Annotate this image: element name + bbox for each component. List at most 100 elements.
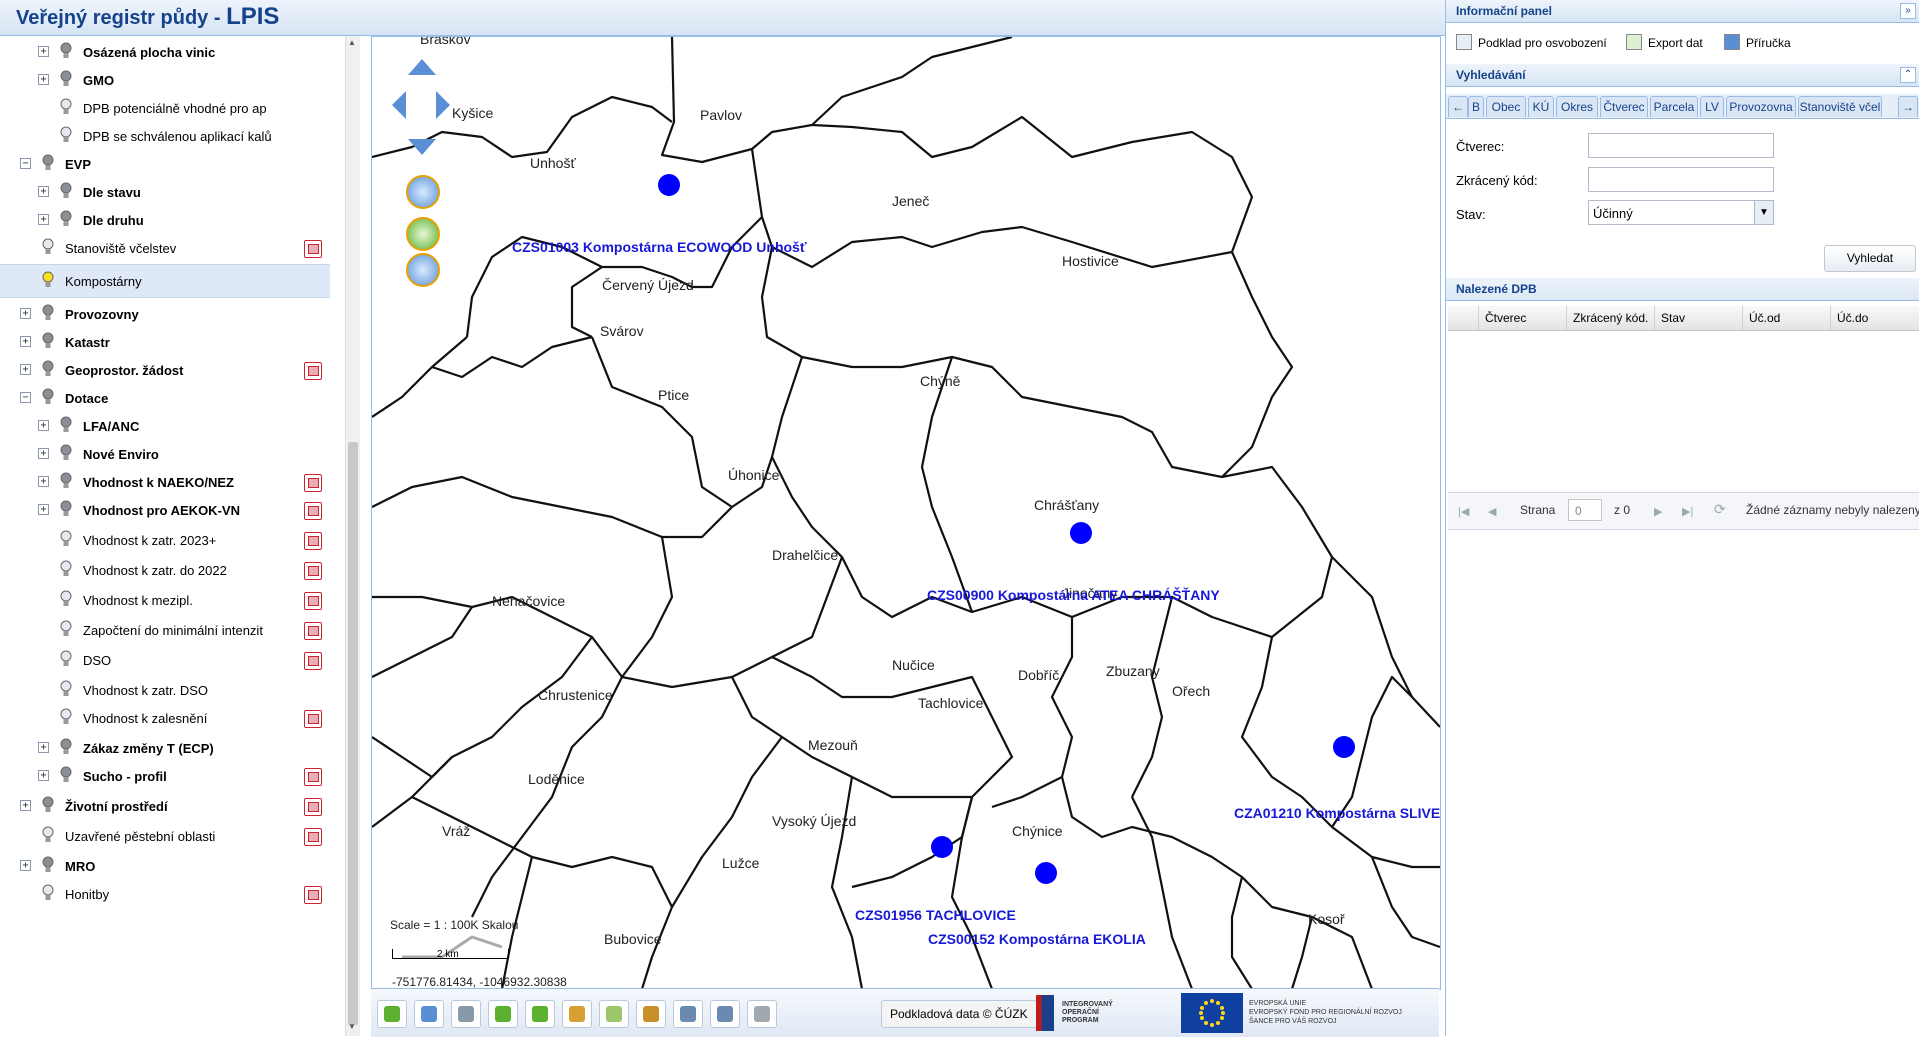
search-tab[interactable]: Parcela <box>1650 96 1698 117</box>
tree-label[interactable]: Provozovny <box>65 307 139 322</box>
compost-site-marker[interactable] <box>1333 736 1355 758</box>
legend-icon[interactable] <box>304 502 322 520</box>
lightbulb-icon[interactable] <box>42 884 54 902</box>
lightbulb-icon[interactable] <box>60 42 72 60</box>
identify-button[interactable] <box>599 1000 629 1028</box>
lightbulb-icon[interactable] <box>42 304 54 322</box>
lightbulb-icon[interactable] <box>42 271 54 289</box>
tree-label[interactable]: Kompostárny <box>65 274 142 289</box>
tabs-scroll-right-icon[interactable]: → <box>1898 96 1918 117</box>
zoom-out-button[interactable] <box>406 253 440 287</box>
layer-tree-scrollbar[interactable]: ▲ ▼ <box>345 36 360 1036</box>
legend-icon[interactable] <box>304 828 322 846</box>
expand-icon[interactable]: + <box>38 74 49 85</box>
lightbulb-icon[interactable] <box>42 826 54 844</box>
search-tab[interactable]: KÚ <box>1528 96 1554 117</box>
collapse-panel-icon[interactable]: » <box>1900 3 1916 19</box>
legend-icon[interactable] <box>304 474 322 492</box>
legend-icon[interactable] <box>304 798 322 816</box>
col-ucdo[interactable]: Úč.do <box>1830 306 1918 330</box>
lightbulb-icon[interactable] <box>42 238 54 256</box>
lightbulb-icon[interactable] <box>60 680 72 698</box>
tree-label[interactable]: DSO <box>83 653 111 668</box>
tree-label[interactable]: GMO <box>83 73 114 88</box>
search-tab[interactable]: LV <box>1700 96 1724 117</box>
tree-label[interactable]: Vhodnost k NAEKO/NEZ <box>83 475 234 490</box>
legend-icon[interactable] <box>304 886 322 904</box>
compost-site-marker[interactable] <box>658 174 680 196</box>
lightbulb-icon[interactable] <box>60 500 72 518</box>
tree-label[interactable]: Honitby <box>65 887 109 902</box>
tree-label[interactable]: Katastr <box>65 335 110 350</box>
full-extent-button[interactable] <box>414 1000 444 1028</box>
legend-icon[interactable] <box>304 622 322 640</box>
compost-site-marker[interactable] <box>931 836 953 858</box>
lightbulb-icon[interactable] <box>60 590 72 608</box>
lightbulb-icon[interactable] <box>60 472 72 490</box>
map-view[interactable]: Braškov Kyšice Pavlov Unhošť Jeneč Hostivice Č… <box>371 36 1441 990</box>
lightbulb-icon[interactable] <box>42 388 54 406</box>
legend-icon[interactable] <box>304 592 322 610</box>
page-input[interactable]: 0 <box>1568 499 1602 521</box>
legend-icon[interactable] <box>304 768 322 786</box>
col-ucod[interactable]: Úč.od <box>1742 306 1830 330</box>
stav-select[interactable]: Účinný ▼ <box>1588 200 1774 225</box>
lightbulb-icon[interactable] <box>42 332 54 350</box>
tree-label[interactable]: EVP <box>65 157 91 172</box>
collapse-search-icon[interactable]: ⌃ <box>1900 67 1916 83</box>
col-stav[interactable]: Stav <box>1654 306 1742 330</box>
print-preview-button[interactable] <box>673 1000 703 1028</box>
expand-icon[interactable]: + <box>38 476 49 487</box>
expand-icon[interactable]: + <box>20 308 31 319</box>
tree-row[interactable]: Vhodnost k zatr. 2023+ <box>0 524 330 556</box>
search-tab[interactable]: B <box>1468 96 1484 117</box>
col-kod[interactable]: Zkrácený kód. <box>1566 306 1654 330</box>
expand-icon[interactable]: + <box>38 770 49 781</box>
tree-row[interactable]: + Sucho - profil <box>0 760 330 792</box>
tree-row[interactable]: Stanoviště včelstev <box>0 232 330 264</box>
lightbulb-icon[interactable] <box>60 126 72 144</box>
collapse-icon[interactable]: − <box>20 158 31 169</box>
measure-button[interactable] <box>562 1000 592 1028</box>
scroll-down-icon[interactable]: ▼ <box>348 1022 356 1031</box>
clear-button[interactable] <box>636 1000 666 1028</box>
refresh-icon[interactable]: ⟳ <box>1714 501 1726 518</box>
compost-site-marker[interactable] <box>1070 522 1092 544</box>
zoom-in-button[interactable] <box>406 175 440 209</box>
collapse-icon[interactable]: − <box>20 392 31 403</box>
search-tab[interactable]: Čtverec <box>1600 96 1648 117</box>
pan-left-button[interactable] <box>392 91 406 119</box>
manual-button[interactable]: Příručka <box>1724 32 1791 54</box>
lightbulb-icon[interactable] <box>60 650 72 668</box>
tree-label[interactable]: Nové Enviro <box>83 447 159 462</box>
tree-label[interactable]: Geoprostor. žádost <box>65 363 183 378</box>
lightbulb-icon[interactable] <box>60 530 72 548</box>
legend-icon[interactable] <box>304 362 322 380</box>
tree-label[interactable]: Uzavřené pěstební oblasti <box>65 829 215 844</box>
tree-label[interactable]: DPB se schválenou aplikací kalů <box>83 129 272 144</box>
tree-row[interactable]: DSO <box>0 644 330 676</box>
first-page-icon[interactable]: |◀ <box>1458 505 1469 518</box>
cuzk-attribution-button[interactable]: Podkladová data © ČÚZK <box>881 1000 1037 1028</box>
podklad-button[interactable]: Podklad pro osvobození <box>1456 32 1607 54</box>
tree-row[interactable]: Vhodnost k zatr. do 2022 <box>0 554 330 586</box>
settings-button[interactable] <box>747 1000 777 1028</box>
expand-icon[interactable]: + <box>38 46 49 57</box>
tree-label[interactable]: Vhodnost k mezipl. <box>83 593 193 608</box>
lightbulb-icon[interactable] <box>60 620 72 638</box>
expand-icon[interactable]: + <box>20 336 31 347</box>
lightbulb-icon[interactable] <box>60 766 72 784</box>
print-button[interactable] <box>710 1000 740 1028</box>
tree-label[interactable]: Stanoviště včelstev <box>65 241 176 256</box>
tree-row[interactable]: Vhodnost k mezipl. <box>0 584 330 616</box>
col-ctverec[interactable]: Čtverec <box>1478 306 1566 330</box>
scrollbar-thumb[interactable] <box>348 442 358 1025</box>
expand-icon[interactable]: + <box>38 504 49 515</box>
scroll-up-icon[interactable]: ▲ <box>348 38 356 47</box>
search-button[interactable]: Vyhledat <box>1824 245 1916 272</box>
chevron-down-icon[interactable]: ▼ <box>1754 201 1773 224</box>
lightbulb-icon[interactable] <box>42 360 54 378</box>
kod-input[interactable] <box>1588 167 1774 192</box>
tree-label[interactable]: Vhodnost k zatr. DSO <box>83 683 208 698</box>
tree-row[interactable]: Vhodnost k zalesnění <box>0 702 330 734</box>
